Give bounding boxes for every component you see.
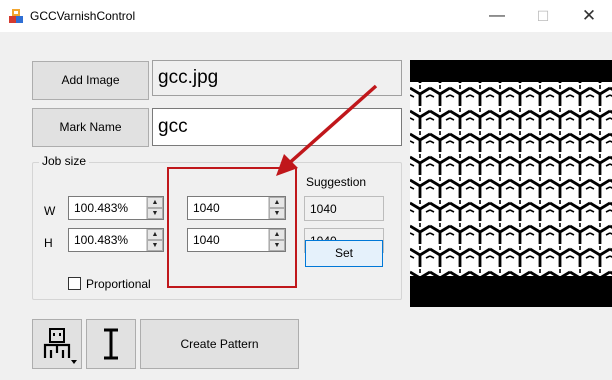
mark-name-button[interactable]: Mark Name <box>32 108 149 147</box>
proportional-label: Proportional <box>86 277 151 291</box>
width-value: 1040 <box>193 201 220 215</box>
job-size-label: Job size <box>39 154 90 168</box>
pattern-preview-image <box>410 82 612 276</box>
app-icon <box>9 9 23 23</box>
width-label: W <box>44 204 56 218</box>
height-label: H <box>44 236 53 250</box>
spin-up-icon[interactable]: ▲ <box>269 197 285 208</box>
spin-down-icon[interactable]: ▼ <box>147 240 163 251</box>
width-value-input[interactable]: 1040 ▲ ▼ <box>187 196 286 220</box>
height-value: 1040 <box>193 233 220 247</box>
window-title: GCCVarnishControl <box>30 9 136 23</box>
spin-down-icon[interactable]: ▼ <box>269 208 285 219</box>
width-percent-spinner[interactable]: ▲ ▼ <box>146 197 163 219</box>
robot-icon <box>43 328 77 364</box>
text-cursor-icon <box>104 328 118 360</box>
spin-up-icon[interactable]: ▲ <box>147 197 163 208</box>
height-percent-spinner[interactable]: ▲ ▼ <box>146 229 163 251</box>
image-file-name: gcc.jpg <box>158 67 219 88</box>
maximize-button[interactable]: ☐ <box>520 0 566 32</box>
height-value-spinner[interactable]: ▲ ▼ <box>268 229 285 251</box>
create-pattern-button[interactable]: Create Pattern <box>140 319 299 369</box>
height-value-input[interactable]: 1040 ▲ ▼ <box>187 228 286 252</box>
set-button[interactable]: Set <box>305 240 383 267</box>
add-image-button[interactable]: Add Image <box>32 61 149 100</box>
suggestion-width-value: 1040 <box>310 201 337 216</box>
title-bar: GCCVarnishControl — ☐ ✕ <box>0 0 612 32</box>
spin-down-icon[interactable]: ▼ <box>269 240 285 251</box>
close-button[interactable]: ✕ <box>566 0 612 32</box>
spin-up-icon[interactable]: ▲ <box>147 229 163 240</box>
suggestion-label: Suggestion <box>306 175 367 189</box>
pattern-preview <box>410 60 612 307</box>
height-percent-input[interactable]: 100.483% ▲ ▼ <box>68 228 164 252</box>
suggestion-width-field: 1040 <box>304 196 384 221</box>
mark-name-input[interactable]: gcc <box>152 108 402 146</box>
spin-down-icon[interactable]: ▼ <box>147 208 163 219</box>
image-file-field: gcc.jpg <box>152 60 402 96</box>
width-percent-value: 100.483% <box>74 201 129 215</box>
minimize-button[interactable]: — <box>474 0 520 32</box>
text-tool-button[interactable] <box>86 319 136 369</box>
robot-tool-button[interactable] <box>32 319 82 369</box>
width-value-spinner[interactable]: ▲ ▼ <box>268 197 285 219</box>
mark-name-value: gcc <box>158 116 188 137</box>
spin-up-icon[interactable]: ▲ <box>269 229 285 240</box>
proportional-checkbox[interactable] <box>68 277 81 290</box>
height-percent-value: 100.483% <box>74 233 129 247</box>
width-percent-input[interactable]: 100.483% ▲ ▼ <box>68 196 164 220</box>
